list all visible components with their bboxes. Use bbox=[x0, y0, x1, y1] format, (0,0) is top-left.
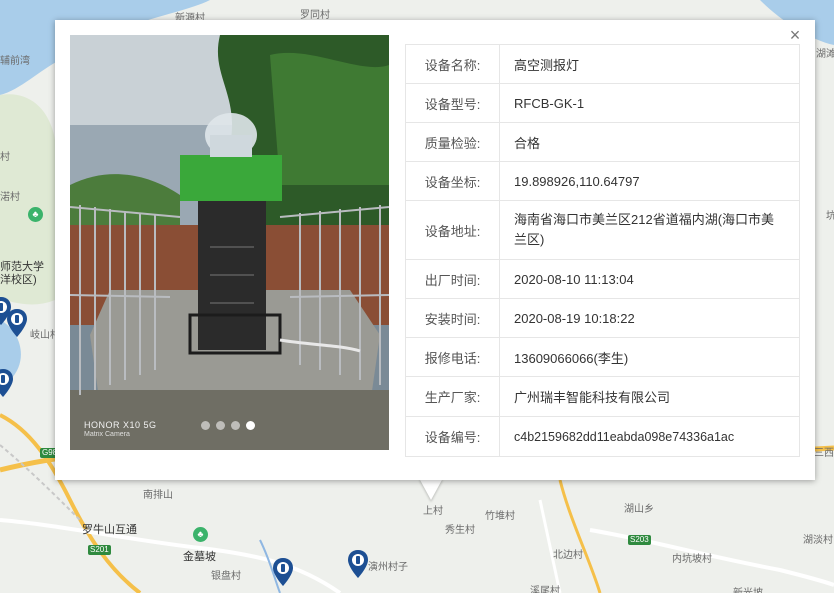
map-label: 竹堆村 bbox=[485, 511, 515, 522]
info-row: 设备坐标: 19.898926,110.64797 bbox=[405, 161, 800, 201]
carousel-dot-active[interactable] bbox=[246, 421, 255, 430]
map-label: 洋校区) bbox=[0, 274, 37, 286]
info-row: 生产厂家: 广州瑞丰智能科技有限公司 bbox=[405, 376, 800, 417]
info-label: 生产厂家: bbox=[405, 376, 500, 417]
carousel-dots bbox=[201, 421, 255, 430]
device-photo bbox=[70, 35, 389, 450]
info-value: 2020-08-19 10:18:22 bbox=[499, 298, 800, 338]
map-label: 北边村 bbox=[553, 550, 583, 561]
device-pin-icon[interactable] bbox=[272, 557, 294, 587]
info-row: 质量检验: 合格 bbox=[405, 122, 800, 162]
carousel-dot[interactable] bbox=[216, 421, 225, 430]
info-value: c4b2159682dd11eabda098e74336a1ac bbox=[499, 416, 800, 457]
device-photo-carousel[interactable]: HONOR X10 5G Matrix Camera bbox=[70, 35, 389, 450]
map-label: 上村 bbox=[423, 506, 443, 517]
info-row: 设备地址: 海南省海口市美兰区212省道福内湖(海口市美兰区) bbox=[405, 200, 800, 260]
map-label: 溪尾村 bbox=[530, 586, 560, 593]
map-label: 新光坡 bbox=[733, 584, 763, 593]
info-label: 设备坐标: bbox=[405, 161, 500, 201]
map-label: 湖滩村 bbox=[816, 49, 834, 60]
info-row: 出厂时间: 2020-08-10 11:13:04 bbox=[405, 259, 800, 299]
carousel-dot[interactable] bbox=[201, 421, 210, 430]
camera-watermark: HONOR X10 5G Matrix Camera bbox=[84, 420, 157, 440]
watermark-camera: Matrix Camera bbox=[84, 431, 130, 438]
map-label: 罗同村 bbox=[300, 10, 330, 21]
info-label: 设备编号: bbox=[405, 416, 500, 457]
info-row: 安装时间: 2020-08-19 10:18:22 bbox=[405, 298, 800, 338]
info-value: 19.898926,110.64797 bbox=[499, 161, 800, 201]
map-label: 渃村 bbox=[0, 192, 20, 203]
device-info-popup: × HONOR X10 5G Matrix Camera 设备名称: 高空测报灯… bbox=[55, 20, 815, 480]
map-label: 村 bbox=[0, 152, 10, 163]
info-label: 设备名称: bbox=[405, 44, 500, 84]
map-label: 湖淡村 bbox=[803, 535, 833, 546]
road-badge: S203 bbox=[628, 535, 651, 545]
device-info-table: 设备名称: 高空测报灯 设备型号: RFCB-GK-1 质量检验: 合格 设备坐… bbox=[405, 44, 800, 457]
map-label: 秀生村 bbox=[445, 525, 475, 536]
map-label: 南排山 bbox=[143, 490, 173, 501]
popup-tail bbox=[419, 478, 443, 500]
info-value: 13609066066(李生) bbox=[499, 337, 800, 377]
info-value: RFCB-GK-1 bbox=[499, 83, 800, 123]
map-label: 湖山乡 bbox=[624, 504, 654, 515]
park-icon[interactable]: ♣ bbox=[193, 527, 208, 542]
map-label: 坑 bbox=[826, 211, 834, 222]
info-value: 广州瑞丰智能科技有限公司 bbox=[499, 376, 800, 417]
device-pin-icon[interactable] bbox=[347, 549, 369, 579]
map-label: 三西村 bbox=[814, 448, 834, 459]
info-label: 报修电话: bbox=[405, 337, 500, 377]
close-button[interactable]: × bbox=[787, 26, 803, 44]
info-row: 设备编号: c4b2159682dd11eabda098e74336a1ac bbox=[405, 416, 800, 457]
info-row: 设备型号: RFCB-GK-1 bbox=[405, 83, 800, 123]
device-pin-icon[interactable] bbox=[0, 296, 12, 326]
info-row: 设备名称: 高空测报灯 bbox=[405, 44, 800, 84]
info-label: 设备地址: bbox=[405, 200, 500, 260]
map-label: 辅前湾 bbox=[0, 56, 30, 67]
device-pin-icon[interactable] bbox=[0, 368, 14, 398]
info-value: 海南省海口市美兰区212省道福内湖(海口市美兰区) bbox=[499, 200, 800, 260]
watermark-brand: HONOR X10 5G bbox=[84, 420, 157, 430]
info-value: 高空测报灯 bbox=[499, 44, 800, 84]
info-label: 设备型号: bbox=[405, 83, 500, 123]
map-label: 演州村子 bbox=[368, 562, 408, 573]
map-label: 内坑坡村 bbox=[672, 554, 712, 565]
map-label: 银盘村 bbox=[211, 571, 241, 582]
info-value: 合格 bbox=[499, 122, 800, 162]
info-label: 出厂时间: bbox=[405, 259, 500, 299]
map-label: 金墓坡 bbox=[183, 551, 216, 563]
info-label: 质量检验: bbox=[405, 122, 500, 162]
park-icon[interactable]: ♣ bbox=[28, 207, 43, 222]
info-label: 安装时间: bbox=[405, 298, 500, 338]
road-badge: S201 bbox=[88, 545, 111, 555]
info-value: 2020-08-10 11:13:04 bbox=[499, 259, 800, 299]
map-label: 罗牛山互通 bbox=[82, 524, 137, 536]
info-row: 报修电话: 13609066066(李生) bbox=[405, 337, 800, 377]
carousel-dot[interactable] bbox=[231, 421, 240, 430]
